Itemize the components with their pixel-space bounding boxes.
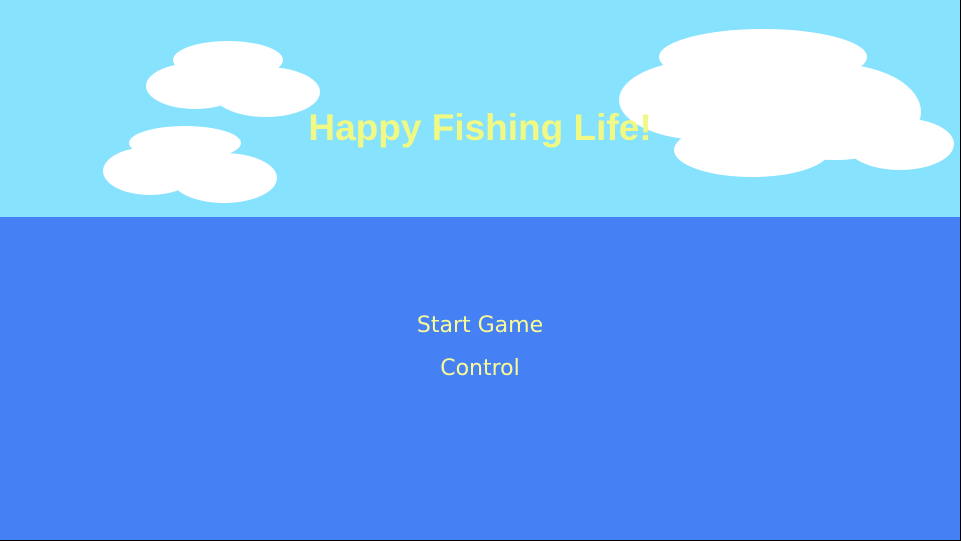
game-screen: Happy Fishing Life! Start Game Control [0,0,960,540]
main-menu: Start Game Control [0,304,960,390]
game-title: Happy Fishing Life! [308,107,652,148]
start-game-button[interactable]: Start Game [380,304,580,347]
control-button[interactable]: Control [380,347,580,390]
